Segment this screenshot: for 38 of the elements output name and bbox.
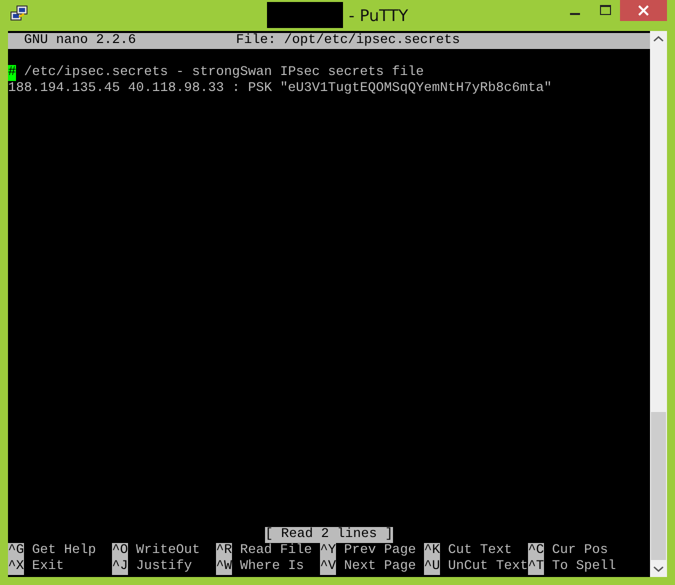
shortcut-label: Exit (30, 559, 64, 575)
shortcut-key: ^G (8, 543, 24, 559)
shortcut-key: ^R (216, 543, 232, 559)
shortcut-key: ^T (528, 559, 544, 575)
shortcut-key: ^J (112, 559, 128, 575)
shortcut-label: UnCut Text (446, 559, 528, 575)
window-title: - PuTTY (348, 6, 408, 24)
scrollbar[interactable] (650, 31, 667, 577)
shortcut-key: ^W (216, 559, 232, 575)
file-line: /etc/ipsec.secrets - strongSwan IPsec secrets file (22, 65, 424, 81)
shortcut-key: ^V (320, 559, 336, 575)
text-cursor: # (8, 65, 16, 81)
shortcut-key: ^Y (320, 543, 336, 559)
shortcut-label: Next Page (342, 559, 416, 575)
shortcut-key: ^O (112, 543, 128, 559)
maximize-icon (600, 5, 610, 15)
shortcut-label: To Spell (550, 559, 616, 575)
shortcut-label: Where Is (238, 559, 304, 575)
scrollbar-thumb[interactable] (651, 412, 666, 560)
shortcut-key: ^C (528, 543, 544, 559)
shortcut-label: Cut Text (446, 543, 512, 559)
shortcut-key: ^K (424, 543, 440, 559)
close-button[interactable] (620, 0, 667, 21)
file-name: File: /opt/etc/ipsec.secrets (236, 33, 460, 49)
shortcut-label: Prev Page (342, 543, 416, 559)
file-line: 188.194.135.45 40.118.98.33 : PSK "eU3V1TugtEQOMSqQYemNtH7yRb8c6mta" (8, 81, 552, 97)
shortcut-label: Justify (134, 559, 192, 575)
computer-icon[interactable] (10, 5, 28, 23)
status-message: [ Read 2 lines ] (265, 527, 393, 543)
minimize-icon (570, 12, 580, 14)
shortcut-label: Cur Pos (550, 543, 608, 559)
close-icon (638, 5, 649, 16)
editor-version: GNU nano 2.2.6 (22, 33, 136, 49)
shortcut-label: WriteOut (134, 543, 200, 559)
shortcut-key: ^X (8, 559, 24, 575)
shortcut-key: ^U (424, 559, 440, 575)
shortcut-label: Get Help (30, 543, 96, 559)
shortcut-label: Read File (238, 543, 312, 559)
